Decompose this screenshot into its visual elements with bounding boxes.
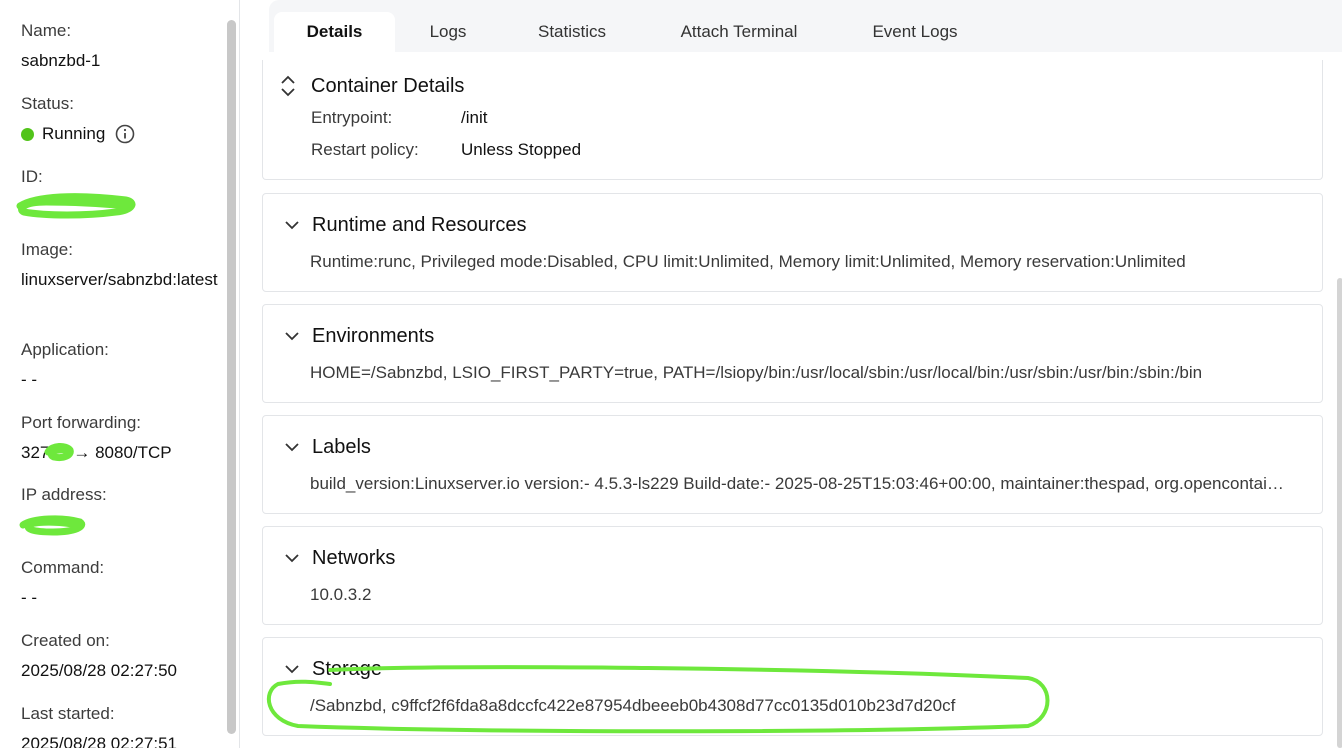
labels-card: Labels build_version:Linuxserver.io vers… — [262, 415, 1323, 514]
networks-body: 10.0.3.2 — [310, 585, 372, 604]
tab-event-logs[interactable]: Event Logs — [848, 12, 982, 52]
restart-policy-value: Unless Stopped — [461, 140, 582, 159]
restart-policy-row: Restart policy: Unless Stopped — [311, 138, 581, 162]
name-label: Name: — [21, 21, 72, 40]
tab-statistics[interactable]: Statistics — [514, 12, 630, 52]
details-scrollbar[interactable] — [1337, 278, 1342, 748]
id-label: ID: — [21, 167, 43, 186]
field-status: Status: Running — [21, 93, 226, 146]
environments-header[interactable]: Environments — [283, 323, 434, 349]
command-label: Command: — [21, 558, 105, 577]
status-value: Running — [42, 124, 106, 143]
status-label: Status: — [21, 94, 74, 113]
info-icon[interactable] — [115, 124, 135, 144]
redaction-scribble — [16, 193, 136, 219]
redaction-scribble — [19, 515, 86, 536]
networks-header[interactable]: Networks — [283, 545, 395, 571]
field-command: Command: - - — [21, 557, 226, 610]
runtime-title: Runtime and Resources — [312, 214, 527, 236]
entrypoint-key: Entrypoint: — [311, 108, 393, 127]
tab-details[interactable]: Details — [274, 12, 395, 52]
application-label: Application: — [21, 340, 109, 359]
created-label: Created on: — [21, 631, 110, 650]
application-value: - - — [21, 370, 38, 389]
status-dot — [21, 127, 34, 141]
field-image: Image: linuxserver/sabnzbd:latest — [21, 239, 226, 292]
entrypoint-value: /init — [461, 108, 488, 127]
field-name: Name: sabnzbd-1 — [21, 20, 226, 73]
sidebar-scrollbar[interactable] — [227, 20, 236, 734]
networks-title: Networks — [312, 547, 396, 569]
labels-body: build_version:Linuxserver.io version:- 4… — [310, 474, 1285, 493]
container-details-header[interactable]: Container Details — [279, 72, 464, 100]
status-value-row: Running — [21, 122, 226, 146]
created-value: 2025/08/28 02:27:50 — [21, 661, 177, 680]
environments-card: Environments HOME=/Sabnzbd, LSIO_FIRST_P… — [262, 304, 1323, 403]
tab-logs[interactable]: Logs — [405, 12, 491, 52]
chevron-down-icon — [285, 554, 299, 563]
port-container: → 8080/TCP — [73, 443, 172, 462]
expand-collapse-icon[interactable] — [279, 73, 297, 99]
container-details-title: Container Details — [311, 75, 465, 97]
field-created-on: Created on: 2025/08/28 02:27:50 — [21, 630, 226, 683]
chevron-down-icon — [285, 221, 299, 230]
started-value: 2025/08/28 02:27:51 — [21, 734, 177, 748]
restart-policy-key: Restart policy: — [311, 140, 419, 159]
labels-title: Labels — [312, 436, 371, 458]
networks-card: Networks 10.0.3.2 — [262, 526, 1323, 625]
runtime-body: Runtime:runc, Privileged mode:Disabled, … — [310, 252, 1186, 271]
labels-header[interactable]: Labels — [283, 434, 371, 460]
environments-title: Environments — [312, 325, 435, 347]
runtime-header[interactable]: Runtime and Resources — [283, 212, 527, 238]
details-panel: Details Logs Statistics Attach Terminal … — [241, 0, 1342, 748]
environments-body: HOME=/Sabnzbd, LSIO_FIRST_PARTY=true, PA… — [310, 363, 1203, 382]
chevron-down-icon — [285, 443, 299, 452]
entrypoint-row: Entrypoint: /init — [311, 106, 487, 130]
port-label: Port forwarding: — [21, 413, 141, 432]
started-label: Last started: — [21, 704, 115, 723]
image-label: Image: — [21, 240, 73, 259]
name-value: sabnzbd-1 — [21, 51, 101, 70]
image-value: linuxserver/sabnzbd:latest — [21, 270, 218, 289]
redaction-scribble — [44, 443, 74, 461]
highlight-annotation — [266, 665, 1050, 734]
runtime-card: Runtime and Resources Runtime:runc, Priv… — [262, 193, 1323, 292]
ip-label: IP address: — [21, 485, 107, 504]
chevron-down-icon — [285, 332, 299, 341]
command-value: - - — [21, 588, 38, 607]
tab-attach-terminal[interactable]: Attach Terminal — [660, 12, 818, 52]
tab-bar: Details Logs Statistics Attach Terminal … — [269, 0, 1342, 52]
field-application: Application: - - — [21, 339, 226, 392]
container-info-panel: Name: sabnzbd-1 Status: Running ID: Imag… — [0, 0, 240, 748]
field-last-started: Last started: 2025/08/28 02:27:51 — [21, 703, 226, 748]
